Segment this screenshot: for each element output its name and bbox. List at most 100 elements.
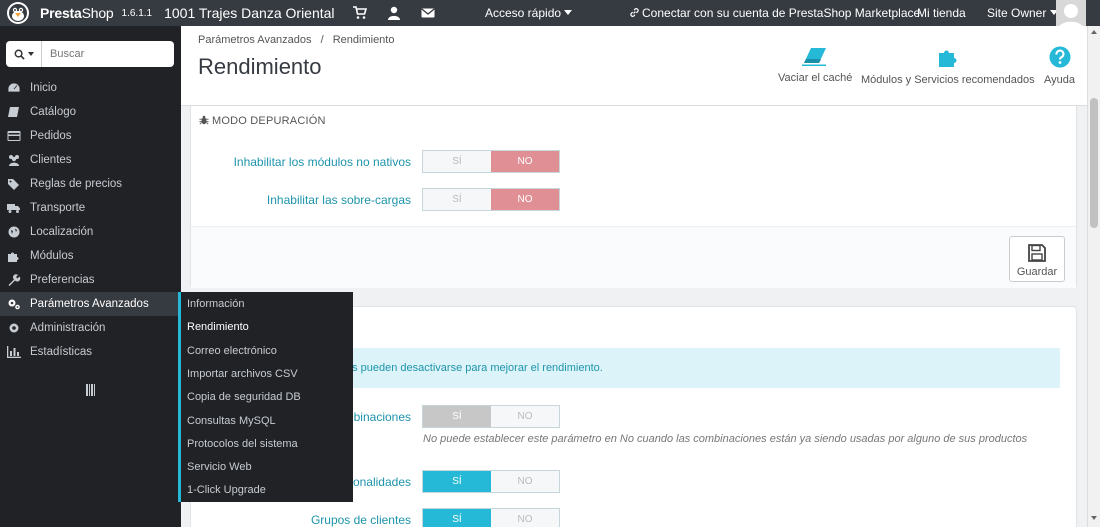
scroll-down-icon[interactable] — [1091, 516, 1097, 520]
customer-groups-switch[interactable]: SÍ NO — [422, 508, 560, 527]
sidebar-item-parametros-avanzados[interactable]: Parámetros Avanzados — [0, 292, 181, 316]
puffin-logo-icon — [7, 2, 29, 24]
features-switch[interactable]: SÍ NO — [422, 470, 560, 493]
submenu-item-importar-csv[interactable]: Importar archivos CSV — [187, 368, 298, 380]
envelope-icon[interactable] — [420, 6, 435, 20]
sidebar-item-clientes[interactable]: Clientes — [0, 148, 181, 172]
submenu-parametros-avanzados: Información Rendimiento Correo electróni… — [178, 292, 353, 502]
submenu-item-protocolos[interactable]: Protocolos del sistema — [187, 438, 298, 450]
sidebar-item-catalogo[interactable]: Catálogo — [0, 100, 181, 124]
switch-yes[interactable]: SÍ — [423, 471, 491, 492]
scroll-up-icon[interactable] — [1091, 30, 1097, 34]
breadcrumb-separator: / — [320, 34, 324, 46]
panel-heading: MODO DEPURACIÓN — [199, 115, 326, 127]
breadcrumb-current: Rendimiento — [332, 34, 395, 46]
bug-icon — [199, 115, 209, 125]
floppy-disk-icon — [1028, 244, 1046, 262]
scrollbar[interactable] — [1087, 26, 1100, 527]
switch-no[interactable]: NO — [491, 189, 559, 210]
brand-name: PrestaShop — [40, 5, 114, 21]
switch-yes[interactable]: SÍ — [423, 406, 491, 427]
submenu-item-rendimiento[interactable]: Rendimiento — [187, 321, 249, 333]
sidebar-item-pedidos[interactable]: Pedidos — [0, 124, 181, 148]
page-title: Rendimiento — [198, 54, 322, 79]
search-input[interactable] — [42, 41, 172, 67]
sidebar-item-label: Pedidos — [30, 130, 72, 142]
sidebar-item-reglas-precios[interactable]: Reglas de precios — [0, 172, 181, 196]
help-button[interactable]: Ayuda — [1044, 46, 1075, 86]
user-name: Site Owner — [987, 6, 1047, 20]
search-box — [6, 41, 174, 67]
info-alert-text: as pueden desactivarse para mejorar el r… — [346, 362, 603, 374]
shop-name[interactable]: 1001 Trajes Danza Oriental — [164, 5, 334, 21]
wrench-icon — [8, 274, 21, 286]
clear-cache-button[interactable]: Vaciar el caché — [778, 46, 852, 84]
user-icon[interactable] — [387, 6, 401, 20]
disable-overrides-switch[interactable]: SÍ NO — [422, 188, 560, 211]
submenu-item-informacion[interactable]: Información — [187, 298, 244, 310]
truck-icon — [7, 204, 20, 213]
sidebar-item-label: Catálogo — [30, 106, 77, 118]
puzzle-icon — [938, 50, 957, 67]
user-menu[interactable]: Site Owner — [987, 6, 1059, 20]
search-icon — [14, 49, 25, 60]
panel-footer: Guardar — [191, 226, 1076, 288]
help-icon — [1049, 46, 1070, 68]
switch-no[interactable]: NO — [491, 151, 559, 172]
customer-groups-label: Grupos de clientes — [310, 513, 411, 527]
page-header: Parámetros Avanzados / Rendimiento Rendi… — [181, 26, 1087, 106]
combinations-switch[interactable]: SÍ NO — [422, 405, 560, 428]
credit-card-icon — [7, 131, 21, 141]
sidebar-item-label: Inicio — [30, 82, 57, 94]
prestashop-logo[interactable]: PrestaShop 1.6.1.1 — [4, 1, 152, 25]
sidebar-item-administracion[interactable]: Administración — [0, 316, 181, 340]
tags-icon — [8, 179, 19, 190]
sidebar-item-modulos[interactable]: Módulos — [0, 244, 181, 268]
disable-overrides-label: Inhabilitar las sobre-cargas — [266, 193, 411, 207]
submenu-item-correo[interactable]: Correo electrónico — [187, 345, 277, 357]
recommended-modules-button[interactable]: Módulos y Servicios recomendados — [861, 46, 1035, 86]
my-store-link[interactable]: Mi tienda — [917, 6, 966, 20]
sidebar-item-label: Preferencias — [30, 274, 95, 286]
quick-access-menu[interactable]: Acceso rápido — [485, 6, 573, 20]
link-icon — [630, 8, 639, 17]
submenu-item-copia-seguridad[interactable]: Copia de seguridad DB — [187, 391, 301, 403]
breadcrumb-parent[interactable]: Parámetros Avanzados — [198, 34, 312, 46]
switch-yes[interactable]: SÍ — [423, 509, 491, 527]
tachometer-icon — [7, 82, 21, 93]
submenu-item-upgrade[interactable]: 1-Click Upgrade — [187, 484, 266, 496]
version-label: 1.6.1.1 — [121, 7, 153, 19]
sidebar-collapse-toggle[interactable] — [86, 384, 96, 396]
shopping-cart-icon[interactable] — [352, 6, 367, 20]
marketplace-connect-link[interactable]: Conectar con su cuenta de PrestaShop Mar… — [629, 6, 920, 20]
switch-yes[interactable]: SÍ — [423, 151, 491, 172]
sidebar-item-label: Módulos — [30, 250, 74, 262]
disable-non-native-modules-switch[interactable]: SÍ NO — [422, 150, 560, 173]
users-icon — [9, 155, 19, 166]
sidebar-item-transporte[interactable]: Transporte — [0, 196, 181, 220]
switch-no[interactable]: NO — [491, 471, 559, 492]
recommended-modules-label: Módulos y Servicios recomendados — [861, 74, 1035, 86]
sidebar-item-label: Administración — [30, 322, 106, 334]
save-button[interactable]: Guardar — [1009, 236, 1065, 282]
info-alert: as pueden desactivarse para mejorar el r… — [346, 348, 1060, 388]
switch-no[interactable]: NO — [491, 406, 559, 427]
search-scope-button[interactable] — [6, 41, 42, 67]
top-navbar: PrestaShop 1.6.1.1 1001 Trajes Danza Ori… — [0, 0, 1100, 30]
submenu-item-consultas-mysql[interactable]: Consultas MySQL — [187, 415, 276, 427]
sidebar-item-preferencias[interactable]: Preferencias — [0, 268, 181, 292]
sidebar-item-label: Estadísticas — [30, 346, 92, 358]
sidebar-item-localizacion[interactable]: Localización — [0, 220, 181, 244]
switch-yes[interactable]: SÍ — [423, 189, 491, 210]
sidebar-item-label: Parámetros Avanzados — [30, 298, 149, 310]
scroll-thumb[interactable] — [1090, 98, 1098, 228]
quick-access-label: Acceso rápido — [485, 6, 562, 20]
sidebar-item-estadisticas[interactable]: Estadísticas — [0, 340, 181, 364]
bar-chart-icon — [7, 346, 21, 358]
submenu-item-servicio-web[interactable]: Servicio Web — [187, 461, 252, 473]
cog-icon — [9, 323, 19, 333]
sidebar-item-inicio[interactable]: Inicio — [0, 76, 181, 100]
chevron-down-icon — [564, 10, 573, 15]
help-label: Ayuda — [1044, 74, 1075, 86]
switch-no[interactable]: NO — [491, 509, 559, 527]
